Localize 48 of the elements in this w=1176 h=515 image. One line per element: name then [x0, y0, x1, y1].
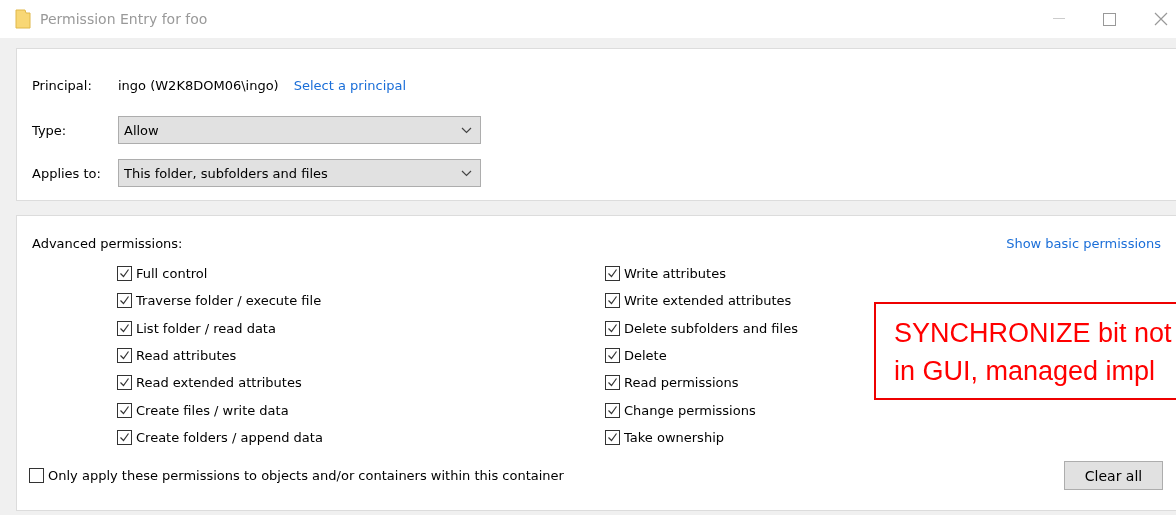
- checkbox-label: Full control: [136, 266, 208, 282]
- checkbox[interactable]: [605, 402, 620, 418]
- checkbox-label: Delete subfolders and files: [624, 320, 798, 336]
- folder-icon: [15, 9, 31, 29]
- dropdown[interactable]: Allow: [118, 116, 481, 144]
- checkbox-label: Delete: [624, 348, 667, 364]
- chevron-down-icon: [461, 169, 472, 177]
- checkbox[interactable]: [117, 348, 132, 364]
- checkbox[interactable]: [117, 429, 132, 445]
- checkbox-label: Write extended attributes: [624, 293, 792, 309]
- checkbox[interactable]: [117, 320, 132, 336]
- select-principal-link[interactable]: Select a principal: [293, 77, 407, 93]
- checkbox-label: Create files / write data: [136, 402, 289, 418]
- checkbox[interactable]: [605, 375, 620, 391]
- clear-all-button[interactable]: Clear all: [1064, 461, 1163, 491]
- annotation-text: SYNCHRONIZE bit not: [894, 317, 1173, 350]
- field-label: Applies to:: [32, 165, 102, 181]
- checkbox-label: Create folders / append data: [136, 429, 323, 445]
- checkbox-label: Only apply these permissions to objects and/or containers within this container: [48, 468, 564, 484]
- checkbox-label: Write attributes: [624, 266, 726, 282]
- maximize-icon[interactable]: [1103, 12, 1116, 26]
- principal-name: ingo (W2K8DOM06\ingo): [118, 77, 279, 93]
- window-title: Permission Entry for foo: [40, 11, 208, 27]
- checkbox[interactable]: [29, 468, 44, 484]
- checkbox-label: Traverse folder / execute file: [136, 293, 322, 309]
- show-basic-permissions-link[interactable]: Show basic permissions: [1006, 236, 1161, 260]
- checkbox[interactable]: [117, 375, 132, 391]
- chevron-down-icon: [461, 126, 472, 134]
- checkbox-label: Read permissions: [624, 375, 739, 391]
- checkbox[interactable]: [117, 402, 132, 418]
- field-label: Principal:: [32, 77, 93, 93]
- checkbox-label: List folder / read data: [136, 320, 276, 336]
- checkbox-label: Take ownership: [624, 429, 724, 445]
- checkbox[interactable]: [117, 266, 132, 282]
- checkbox[interactable]: [605, 429, 620, 445]
- section-title: Advanced permissions:: [32, 236, 183, 253]
- checkbox-label: Read extended attributes: [136, 375, 302, 391]
- checkbox[interactable]: [605, 293, 620, 309]
- dropdown[interactable]: This folder, subfolders and files: [118, 159, 481, 187]
- close-icon[interactable]: [1154, 12, 1168, 26]
- annotation-text: in GUI, managed impl: [894, 355, 1157, 388]
- checkbox[interactable]: [605, 266, 620, 282]
- checkbox-label: Change permissions: [624, 402, 756, 418]
- checkbox-label: Read attributes: [136, 348, 237, 364]
- checkbox[interactable]: [605, 348, 620, 364]
- checkbox[interactable]: [605, 320, 620, 336]
- checkbox[interactable]: [117, 293, 132, 309]
- field-label: Type:: [32, 122, 68, 138]
